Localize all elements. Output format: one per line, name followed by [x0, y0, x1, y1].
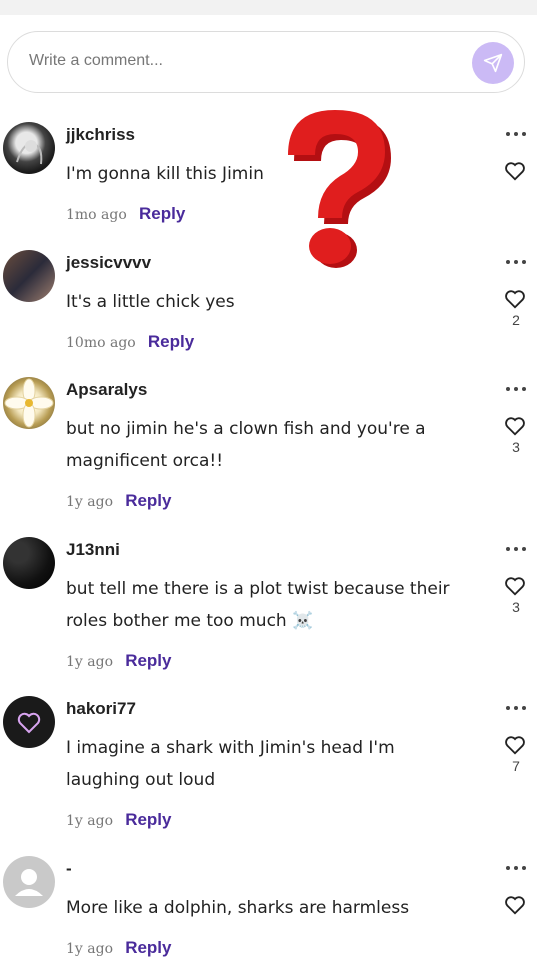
comment-time: 1y ago — [66, 813, 114, 829]
comment-time: 1y ago — [66, 654, 114, 670]
more-dots-icon[interactable] — [505, 130, 527, 138]
like-count: 2 — [512, 312, 520, 328]
comment-text: I imagine a shark with Jimin's head I'm … — [66, 732, 451, 796]
comment-text: It's a little chick yes — [66, 286, 451, 318]
reply-button[interactable]: Reply — [125, 491, 171, 510]
comment-username[interactable]: - — [66, 859, 72, 879]
reply-button[interactable]: Reply — [125, 651, 171, 670]
comment-input[interactable]: Write a comment... — [7, 31, 525, 93]
comment-text: More like a dolphin, sharks are harmless — [66, 892, 451, 924]
comment-time: 10mo ago — [66, 335, 136, 351]
comment-meta: 10mo ago Reply — [66, 332, 194, 352]
heart-icon[interactable] — [504, 288, 526, 310]
more-dots-icon[interactable] — [505, 704, 527, 712]
comment-text-line: It's a little chick yes — [66, 292, 235, 312]
avatar[interactable] — [3, 537, 55, 589]
comment-meta: 1mo ago Reply — [66, 204, 185, 224]
comment-text: but no jimin he's a clown fish and you'r… — [66, 413, 451, 477]
comment-text: but tell me there is a plot twist becaus… — [66, 573, 451, 637]
avatar[interactable] — [3, 250, 55, 302]
more-dots-icon[interactable] — [505, 545, 527, 553]
avatar[interactable] — [3, 377, 55, 429]
comment-username[interactable]: Apsaralys — [66, 380, 147, 400]
comment-text-line: More like a dolphin, sharks are harmless — [66, 898, 410, 918]
comment-text-line: but no jimin he's a clown fish and you'r… — [66, 419, 426, 439]
comment-text-line: laughing out loud — [66, 770, 216, 790]
reply-button[interactable]: Reply — [125, 938, 171, 957]
avatar[interactable] — [3, 122, 55, 174]
more-dots-icon[interactable] — [505, 864, 527, 872]
more-dots-icon[interactable] — [505, 258, 527, 266]
top-bar — [0, 0, 537, 15]
comment-time: 1y ago — [66, 494, 114, 510]
avatar[interactable] — [3, 696, 55, 748]
avatar[interactable] — [3, 856, 55, 908]
comment-username[interactable]: jessicvvvv — [66, 253, 151, 273]
heart-icon[interactable] — [504, 734, 526, 756]
comment-username[interactable]: jjkchriss — [66, 125, 135, 145]
send-button[interactable] — [472, 42, 514, 84]
comment-text-line: but tell me there is a plot twist becaus… — [66, 579, 450, 599]
like-count: 7 — [512, 758, 520, 774]
comment-meta: 1y ago Reply — [66, 651, 171, 671]
comment-text-line: roles bother me too much ☠️ — [66, 611, 314, 631]
comment-meta: 1y ago Reply — [66, 810, 171, 830]
comment-text-line: magnificent orca!! — [66, 451, 224, 471]
heart-icon[interactable] — [504, 160, 526, 182]
comment-placeholder: Write a comment... — [29, 52, 163, 69]
heart-icon[interactable] — [504, 575, 526, 597]
comment-username[interactable]: hakori77 — [66, 699, 136, 719]
heart-icon[interactable] — [504, 894, 526, 916]
question-mark-icon — [288, 110, 391, 268]
comment-username[interactable]: J13nni — [66, 540, 120, 560]
send-icon — [483, 53, 503, 73]
comment-text-line: I imagine a shark with Jimin's head I'm — [66, 738, 395, 758]
more-dots-icon[interactable] — [505, 385, 527, 393]
like-count: 3 — [512, 599, 520, 615]
reply-button[interactable]: Reply — [125, 810, 171, 829]
comment-time: 1mo ago — [66, 207, 127, 223]
reply-button[interactable]: Reply — [139, 204, 185, 223]
reply-button[interactable]: Reply — [148, 332, 194, 351]
comment-meta: 1y ago Reply — [66, 938, 171, 958]
comment-meta: 1y ago Reply — [66, 491, 171, 511]
comment-time: 1y ago — [66, 941, 114, 957]
like-count: 3 — [512, 439, 520, 455]
heart-icon[interactable] — [504, 415, 526, 437]
